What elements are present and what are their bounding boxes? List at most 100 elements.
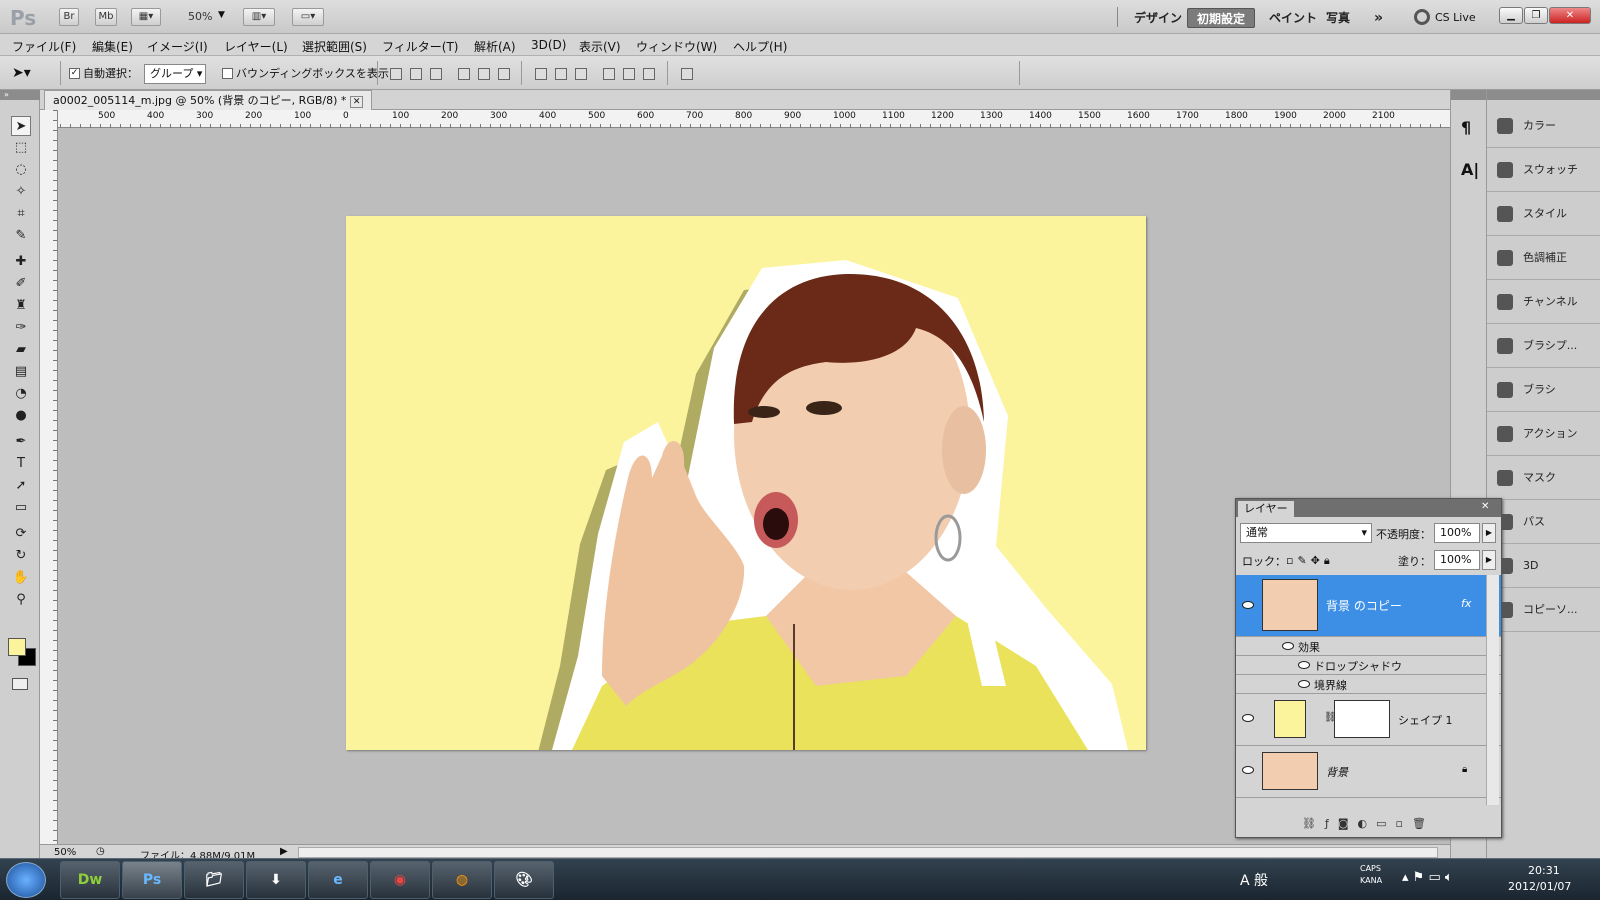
dock-styles[interactable]: スタイル — [1487, 192, 1600, 236]
zoom-level[interactable]: 50% — [188, 10, 212, 23]
cs-live-label[interactable]: CS Live — [1435, 11, 1476, 24]
layer-visibility-eye-icon[interactable] — [1242, 766, 1254, 774]
dock-masks[interactable]: マスク — [1487, 456, 1600, 500]
panel-close-icon[interactable]: ✕ — [1481, 501, 1489, 512]
eyedropper-tool-icon[interactable]: ✎ — [11, 226, 31, 246]
layer-name[interactable]: シェイプ 1 — [1398, 712, 1453, 728]
3d-rotate-tool-icon[interactable]: ⟳ — [11, 524, 31, 544]
taskbar-download-icon[interactable]: ⬇ — [246, 861, 306, 899]
align-bottom-icon[interactable] — [430, 68, 442, 80]
path-selection-tool-icon[interactable]: ➚ — [11, 476, 31, 496]
taskbar-chrome-icon[interactable]: ◉ — [370, 861, 430, 899]
menu-edit[interactable]: 編集(E) — [92, 38, 133, 55]
layers-panel-header[interactable]: レイヤー ✕ — [1236, 499, 1501, 517]
menu-filter[interactable]: フィルター(T) — [382, 38, 458, 55]
clock-time[interactable]: 20:31 — [1528, 864, 1560, 877]
distribute-right-icon[interactable] — [643, 68, 655, 80]
align-top-icon[interactable] — [390, 68, 402, 80]
dock-clone-source[interactable]: コピーソ... — [1487, 588, 1600, 632]
distribute-hcenter-icon[interactable] — [623, 68, 635, 80]
taskbar-explorer-icon[interactable]: 📁︎ — [184, 861, 244, 899]
hand-tool-icon[interactable]: ✋ — [11, 568, 31, 588]
dock-brush[interactable]: ブラシ — [1487, 368, 1600, 412]
pen-tool-icon[interactable]: ✒ — [11, 432, 31, 452]
status-info-icon[interactable]: ◷ — [96, 846, 105, 857]
start-button-icon[interactable] — [6, 862, 46, 898]
bounding-box-checkbox[interactable] — [222, 68, 233, 79]
image-canvas[interactable] — [346, 216, 1146, 750]
distribute-bottom-icon[interactable] — [575, 68, 587, 80]
horizontal-scrollbar[interactable] — [298, 847, 1438, 858]
distribute-vcenter-icon[interactable] — [555, 68, 567, 80]
marquee-tool-icon[interactable]: ⬚ — [11, 138, 31, 158]
taskbar-paint-icon[interactable]: 🎨︎ — [494, 861, 554, 899]
align-vcenter-icon[interactable] — [410, 68, 422, 80]
menu-layer[interactable]: レイヤー(L) — [224, 38, 288, 55]
clone-stamp-tool-icon[interactable]: ♜ — [11, 296, 31, 316]
gradient-tool-icon[interactable]: ▤ — [11, 362, 31, 382]
dock-adjustments[interactable]: 色調補正 — [1487, 236, 1600, 280]
collapse-icon[interactable]: » — [0, 90, 40, 100]
more-workspaces-icon[interactable]: » — [1365, 8, 1392, 28]
lasso-tool-icon[interactable]: ◌ — [11, 160, 31, 180]
history-brush-tool-icon[interactable]: ✑ — [11, 318, 31, 338]
layer-visibility-eye-icon[interactable] — [1242, 601, 1254, 609]
rectangle-tool-icon[interactable]: ▭ — [11, 498, 31, 518]
opacity-input[interactable]: 100% — [1434, 523, 1480, 543]
screen-mode-button[interactable]: ▭▾ — [292, 8, 324, 26]
fill-input[interactable]: 100% — [1434, 550, 1480, 570]
dock-channels[interactable]: チャンネル — [1487, 280, 1600, 324]
layers-scrollbar[interactable] — [1486, 575, 1499, 805]
workspace-essentials[interactable]: 初期設定 — [1187, 8, 1256, 28]
move-tool-icon[interactable]: ➤ — [11, 116, 31, 136]
view-extras-button[interactable]: ▦▾ — [131, 8, 161, 26]
workspace-photography[interactable]: 写真 — [1317, 8, 1359, 28]
layer-visibility-eye-icon[interactable] — [1242, 714, 1254, 722]
character-icon[interactable]: A| — [1461, 160, 1479, 179]
brush-tool-icon[interactable]: ✐ — [11, 274, 31, 294]
status-zoom[interactable]: 50% — [54, 847, 76, 858]
clock-date[interactable]: 2012/01/07 — [1508, 880, 1571, 893]
layer-row-shape-1[interactable]: ⛓ シェイプ 1 — [1236, 694, 1501, 746]
arrange-documents-button[interactable]: ▥▾ — [243, 8, 275, 26]
auto-select-dropdown[interactable]: グループ ▾ — [144, 64, 206, 84]
align-hcenter-icon[interactable] — [478, 68, 490, 80]
workspace-design[interactable]: デザイン — [1125, 8, 1191, 28]
document-tab[interactable]: a0002_005114_m.jpg @ 50% (背景 のコピー, RGB/8… — [44, 90, 373, 110]
restore-button[interactable]: ❐ — [1524, 7, 1548, 24]
foreground-color-swatch[interactable] — [8, 638, 26, 656]
layer-fx-badge[interactable]: fx — [1461, 597, 1471, 610]
eraser-tool-icon[interactable]: ▰ — [11, 340, 31, 360]
layer-actions[interactable]: ⛓ƒ◙◐▭▫🗑︎ — [1302, 817, 1435, 830]
blur-tool-icon[interactable]: ◔ — [11, 384, 31, 404]
taskbar-ie-icon[interactable]: e — [308, 861, 368, 899]
crop-tool-icon[interactable]: ⌗ — [11, 204, 31, 224]
effect-row-stroke[interactable]: 境界線 — [1236, 675, 1501, 694]
dock-header[interactable] — [1487, 90, 1600, 100]
healing-brush-tool-icon[interactable]: ✚ — [11, 252, 31, 272]
align-right-icon[interactable] — [498, 68, 510, 80]
taskbar-dreamweaver[interactable]: Dw — [60, 861, 120, 899]
minimize-button[interactable]: ▁ — [1499, 7, 1523, 24]
status-menu-arrow-icon[interactable]: ▶ — [280, 846, 288, 857]
dock-actions[interactable]: アクション — [1487, 412, 1600, 456]
menu-3d[interactable]: 3D(D) — [531, 38, 566, 52]
distribute-left-icon[interactable] — [603, 68, 615, 80]
layer-name[interactable]: 背景 のコピー — [1326, 597, 1402, 614]
move-tool-preset-icon[interactable]: ➤▾ — [12, 65, 31, 81]
effect-visibility-eye-icon[interactable] — [1298, 661, 1310, 669]
effect-visibility-eye-icon[interactable] — [1282, 642, 1294, 650]
3d-orbit-tool-icon[interactable]: ↻ — [11, 546, 31, 566]
cs-live-icon[interactable] — [1414, 9, 1430, 25]
auto-select-checkbox[interactable]: ✓ — [69, 68, 80, 79]
auto-align-icon[interactable] — [681, 68, 693, 80]
type-tool-icon[interactable]: T — [11, 454, 31, 474]
zoom-tool-icon[interactable]: ⚲ — [11, 590, 31, 610]
bridge-button[interactable]: Br — [59, 8, 79, 26]
menu-file[interactable]: ファイル(F) — [12, 38, 76, 55]
layers-tab[interactable]: レイヤー — [1238, 501, 1294, 517]
taskbar-firefox-icon[interactable]: ◍ — [432, 861, 492, 899]
effect-row-drop-shadow[interactable]: ドロップシャドウ — [1236, 656, 1501, 675]
lock-icons[interactable]: ▫✎✥🔒︎ — [1286, 554, 1334, 568]
opacity-arrow-icon[interactable]: ▶ — [1482, 523, 1496, 543]
